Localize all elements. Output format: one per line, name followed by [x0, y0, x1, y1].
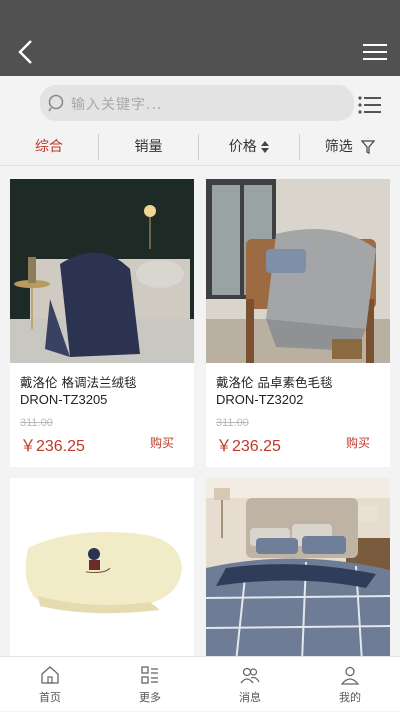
- sort-tabs: 综合 销量 价格 筛选: [0, 130, 400, 166]
- bottom-navigation: 首页 更多 消息 我的: [0, 656, 400, 711]
- tab-comprehensive[interactable]: 综合: [0, 130, 98, 166]
- sort-arrows-icon: [261, 141, 270, 153]
- original-price: 311.00: [20, 417, 53, 429]
- product-price: ￥236.25: [216, 438, 281, 455]
- product-card[interactable]: [10, 478, 194, 656]
- home-icon: [41, 666, 59, 684]
- product-model: DRON-TZ3202: [216, 392, 304, 407]
- product-image-blanket-grey[interactable]: [206, 179, 390, 363]
- nav-home[interactable]: 首页: [0, 657, 100, 712]
- search-icon: [48, 94, 64, 112]
- product-name[interactable]: 戴洛伦 格调法兰绒毯: [20, 373, 190, 393]
- nav-profile[interactable]: 我的: [300, 657, 400, 712]
- chevron-left-icon[interactable]: [14, 38, 38, 66]
- nav-messages[interactable]: 消息: [200, 657, 300, 712]
- product-image-blanket-navy[interactable]: [10, 179, 194, 363]
- grid-more-icon: [141, 666, 158, 684]
- product-card[interactable]: [206, 478, 390, 656]
- original-price: 311.00: [216, 417, 249, 429]
- users-message-icon: [240, 667, 260, 684]
- top-app-bar: [0, 0, 400, 76]
- hamburger-menu-icon[interactable]: [362, 42, 388, 62]
- product-card[interactable]: 戴洛伦 品卓素色毛毯 DRON-TZ3202 311.00 ￥236.25 购买: [206, 179, 390, 467]
- product-name[interactable]: 戴洛伦 品卓素色毛毯: [216, 373, 386, 393]
- tab-sales[interactable]: 销量: [99, 130, 198, 166]
- tab-filter[interactable]: 筛选: [300, 130, 400, 166]
- search-placeholder: 输入关键字...: [71, 97, 163, 113]
- tab-price[interactable]: 价格: [199, 130, 299, 166]
- buy-button[interactable]: 购买: [346, 434, 370, 451]
- product-image-pillow[interactable]: [10, 478, 194, 656]
- nav-more[interactable]: 更多: [100, 657, 200, 712]
- list-view-icon[interactable]: [358, 96, 382, 114]
- product-grid: 戴洛伦 格调法兰绒毯 DRON-TZ3205 311.00 ￥236.25 购买: [0, 166, 400, 656]
- product-card[interactable]: 戴洛伦 格调法兰绒毯 DRON-TZ3205 311.00 ￥236.25 购买: [10, 179, 194, 467]
- product-model: DRON-TZ3205: [20, 392, 108, 407]
- product-image-bedding[interactable]: [206, 478, 390, 656]
- search-input[interactable]: 输入关键字...: [40, 85, 354, 121]
- product-price: ￥236.25: [20, 438, 85, 455]
- buy-button[interactable]: 购买: [150, 434, 174, 451]
- user-icon: [340, 666, 360, 685]
- filter-icon: [360, 140, 376, 154]
